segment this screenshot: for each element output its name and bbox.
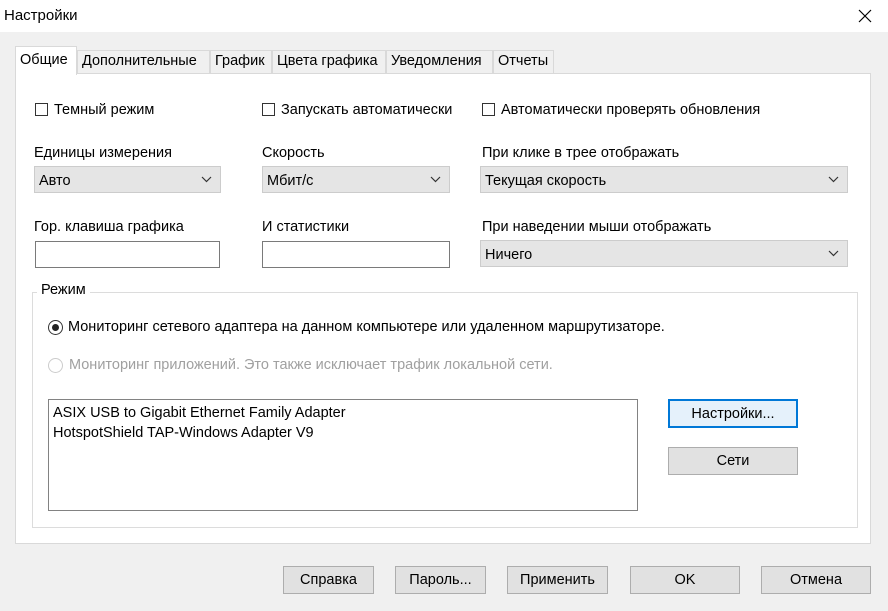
adapter-settings-button[interactable]: Настройки...	[668, 399, 798, 428]
chevron-down-icon	[430, 176, 441, 183]
tab-graph[interactable]: График	[210, 50, 272, 74]
radio-selected-dot	[52, 324, 59, 331]
tray-click-label: При клике в трее отображать	[482, 145, 680, 161]
stats-hotkey-label: И статистики	[262, 219, 350, 235]
tab-panel-general: Темный режим Запускать автоматически Авт…	[15, 73, 871, 544]
list-item[interactable]: ASIX USB to Gigabit Ethernet Family Adap…	[53, 403, 633, 423]
mode-group-title: Режим	[37, 282, 90, 298]
monitor-adapter-radio[interactable]	[48, 320, 63, 335]
chevron-down-icon	[201, 176, 212, 183]
monitor-apps-label: Мониторинг приложений. Это также исключа…	[69, 357, 553, 373]
tray-click-value: Текущая скорость	[485, 173, 607, 189]
window-title: Настройки	[4, 7, 78, 24]
adapter-list[interactable]: ASIX USB to Gigabit Ethernet Family Adap…	[48, 399, 638, 511]
chevron-down-icon	[828, 176, 839, 183]
cancel-button[interactable]: Отмена	[761, 566, 871, 594]
autostart-checkbox[interactable]	[262, 103, 275, 116]
graph-hotkey-input[interactable]	[36, 242, 219, 267]
close-button[interactable]	[842, 0, 888, 32]
hover-value: Ничего	[485, 247, 533, 263]
stats-hotkey-input[interactable]	[263, 242, 449, 267]
monitor-adapter-label: Мониторинг сетевого адаптера на данном к…	[68, 319, 665, 335]
tab-notifications[interactable]: Уведомления	[386, 50, 493, 74]
units-select[interactable]: Авто	[34, 166, 221, 193]
monitor-apps-radio[interactable]	[48, 358, 63, 373]
speed-label: Скорость	[262, 145, 325, 161]
title-bar: Настройки	[0, 0, 888, 32]
speed-select[interactable]: Мбит/с	[262, 166, 450, 193]
graph-hotkey-label: Гор. клавиша графика	[34, 219, 184, 235]
units-value: Авто	[39, 173, 71, 189]
units-label: Единицы измерения	[34, 145, 172, 161]
close-icon	[858, 9, 872, 23]
hover-label: При наведении мыши отображать	[482, 219, 712, 235]
tab-graph-colors[interactable]: Цвета графика	[272, 50, 386, 74]
dark-mode-label: Темный режим	[54, 102, 155, 118]
auto-update-checkbox[interactable]	[482, 103, 495, 116]
apply-button[interactable]: Применить	[507, 566, 608, 594]
stats-hotkey-field[interactable]	[262, 241, 450, 268]
password-button[interactable]: Пароль...	[395, 566, 486, 594]
tab-advanced[interactable]: Дополнительные	[77, 50, 210, 74]
tab-reports[interactable]: Отчеты	[493, 50, 554, 74]
autostart-label: Запускать автоматически	[281, 102, 453, 118]
graph-hotkey-field[interactable]	[35, 241, 220, 268]
tray-click-select[interactable]: Текущая скорость	[480, 166, 848, 193]
speed-value: Мбит/с	[267, 173, 314, 189]
hover-select[interactable]: Ничего	[480, 240, 848, 267]
chevron-down-icon	[828, 250, 839, 257]
list-item[interactable]: HotspotShield TAP-Windows Adapter V9	[53, 423, 633, 443]
ok-button[interactable]: OK	[630, 566, 740, 594]
networks-button[interactable]: Сети	[668, 447, 798, 475]
help-button[interactable]: Справка	[283, 566, 374, 594]
dark-mode-checkbox[interactable]	[35, 103, 48, 116]
tab-general[interactable]: Общие	[15, 46, 77, 75]
auto-update-label: Автоматически проверять обновления	[501, 102, 761, 118]
